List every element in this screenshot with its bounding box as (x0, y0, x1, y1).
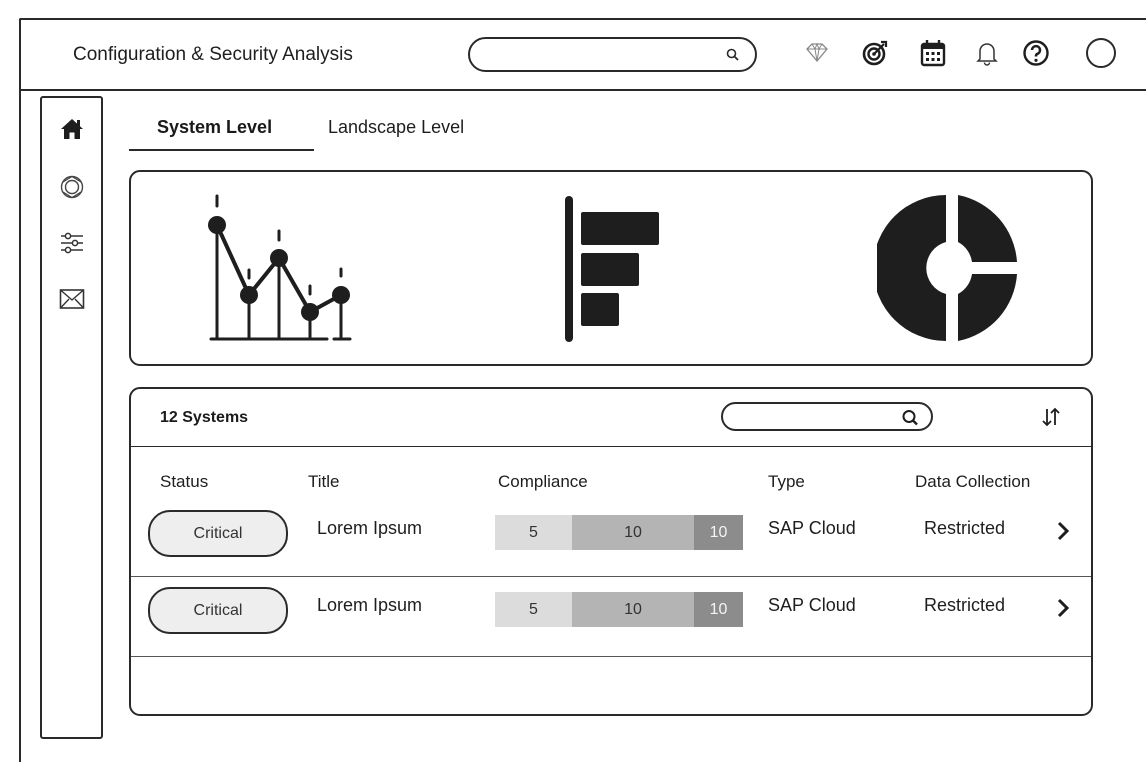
compliance-segment-high: 10 (694, 515, 743, 550)
system-type: SAP Cloud (768, 595, 856, 615)
tab-landscape-level[interactable]: Landscape Level (328, 117, 464, 138)
status-badge[interactable]: Critical (148, 510, 288, 557)
system-title: Lorem Ipsum (317, 518, 423, 538)
row-divider (131, 656, 1091, 657)
column-header-type[interactable]: Type (768, 472, 805, 492)
system-title: Lorem Ipsum (317, 595, 423, 615)
charts-panel (129, 170, 1093, 366)
bar-chart-icon[interactable] (563, 194, 663, 344)
compliance-segment-high: 10 (694, 592, 743, 627)
sort-icon[interactable] (1037, 404, 1065, 430)
sliders-icon[interactable] (56, 228, 88, 258)
compliance-segment-mid: 10 (572, 515, 694, 550)
header-divider (19, 89, 1146, 91)
table-search-input[interactable] (721, 402, 933, 431)
chevron-right-icon[interactable] (1053, 595, 1073, 621)
target-icon[interactable] (858, 36, 892, 70)
donut-chart-icon[interactable] (873, 188, 1027, 348)
compliance-segment-mid: 10 (572, 592, 694, 627)
column-header-compliance[interactable]: Compliance (498, 472, 588, 492)
page-title: Configuration & Security Analysis (73, 44, 353, 65)
diamond-icon[interactable] (800, 36, 834, 70)
calendar-icon[interactable] (916, 36, 950, 70)
data-collection-value: Restricted (924, 595, 1006, 615)
table-row[interactable]: Critical Lorem Ipsum 5 10 10 SAP Cloud R… (131, 573, 1091, 639)
line-chart-icon[interactable] (207, 194, 357, 344)
systems-count: 12 Systems (160, 409, 249, 426)
bell-icon[interactable] (970, 36, 1004, 70)
table-header-divider (131, 446, 1091, 447)
tab-system-level[interactable]: System Level (157, 117, 272, 138)
compliance-segment-low: 5 (495, 515, 572, 550)
avatar[interactable] (1084, 36, 1118, 70)
data-collection-value: Restricted (924, 518, 1006, 538)
status-badge[interactable]: Critical (148, 587, 288, 634)
home-icon[interactable] (56, 114, 88, 144)
search-icon (901, 409, 921, 432)
column-header-status[interactable]: Status (160, 472, 208, 492)
compliance-segment-low: 5 (495, 592, 572, 627)
search-icon (725, 47, 741, 68)
search-input[interactable] (468, 37, 757, 72)
chevron-right-icon[interactable] (1053, 518, 1073, 544)
system-type: SAP Cloud (768, 518, 856, 538)
active-tab-indicator (129, 149, 314, 151)
table-row[interactable]: Critical Lorem Ipsum 5 10 10 SAP Cloud R… (131, 496, 1091, 562)
help-icon[interactable] (1019, 36, 1053, 70)
column-header-data-collection[interactable]: Data Collection (915, 472, 1030, 492)
cycle-icon[interactable] (56, 172, 88, 202)
mail-icon[interactable] (56, 284, 88, 314)
column-header-title[interactable]: Title (308, 472, 340, 492)
sidebar (40, 96, 103, 739)
